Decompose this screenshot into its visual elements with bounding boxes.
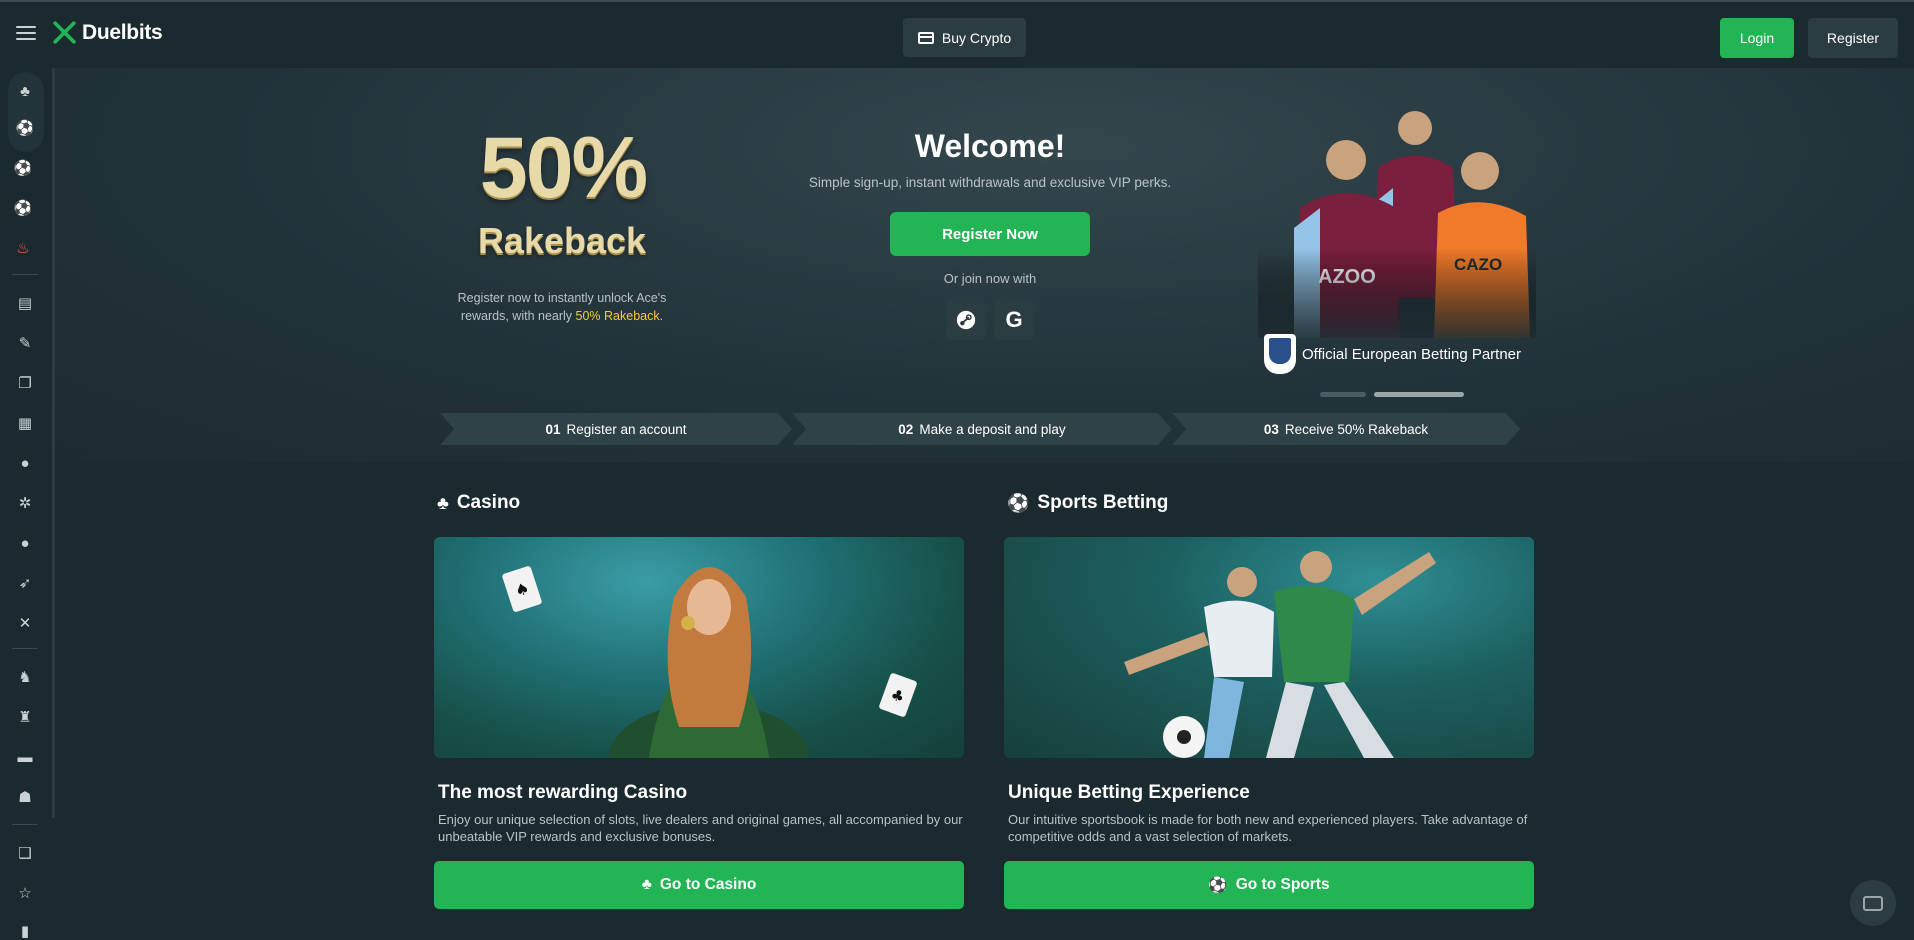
sports-title: Unique Betting Experience	[1008, 782, 1250, 803]
sports-description: Our intuitive sportsbook is made for bot…	[1008, 812, 1528, 844]
rakeback-title: Rakeback	[477, 220, 647, 261]
carousel-dot[interactable]	[1320, 392, 1366, 397]
sports-heading-label: Sports Betting	[1037, 492, 1169, 513]
soccer-ball-icon: ⚽	[1208, 876, 1228, 894]
casino-illustration: ♠ ♣	[502, 566, 917, 758]
step-item: 01 Register an account	[440, 413, 792, 445]
crash-icon[interactable]: ➶	[14, 572, 36, 594]
table-games-icon[interactable]: ▦	[14, 412, 36, 434]
logo[interactable]: Duelbits	[52, 20, 163, 45]
casino-banner-image[interactable]: ♠ ♣	[434, 537, 964, 758]
sports-banner-image[interactable]	[1004, 537, 1534, 758]
steam-icon	[956, 310, 976, 330]
go-to-casino-label: Go to Casino	[659, 876, 757, 893]
google-icon: G	[1005, 307, 1023, 332]
welcome-title: Welcome!	[914, 128, 1066, 164]
avfc-crest-icon	[1264, 334, 1296, 374]
duelbits-logo-icon	[53, 21, 76, 44]
partner-text: Official European Betting Partner	[1302, 345, 1522, 363]
google-login-button[interactable]: G	[994, 300, 1034, 340]
menu-icon[interactable]	[16, 26, 36, 46]
register-now-button[interactable]: Register Now	[890, 212, 1090, 256]
hot-icon[interactable]: ♨	[12, 237, 34, 259]
logo-text: Duelbits	[82, 20, 163, 44]
sidebar-divider	[12, 274, 38, 275]
login-button[interactable]: Login	[1720, 18, 1794, 58]
sports-heading[interactable]: ⚽ Sports Betting	[1007, 492, 1168, 514]
cherry-icon: ♣	[641, 876, 652, 893]
sidebar-divider	[12, 648, 38, 649]
roulette-icon[interactable]: ●	[14, 452, 36, 474]
step-label: Receive 50% Rakeback	[1284, 421, 1429, 437]
originals-icon[interactable]: ✎	[14, 332, 36, 354]
lottery-icon[interactable]: ▬	[14, 746, 36, 768]
carousel-dot-active[interactable]	[1374, 392, 1464, 397]
arcade-icon[interactable]: ▤	[14, 292, 36, 314]
wheel-icon[interactable]: ✲	[14, 492, 36, 514]
sidebar: ♣ ⚽ ⚽ ⚽ ♨ ▤ ✎ ❐ ▦ ● ✲ ● ➶ ✕ ♞ ♜ ▬ ☗ ❑ ☆ …	[0, 68, 52, 940]
join-with-label: Or join now with	[943, 271, 1037, 286]
rakeback-desc-end: .	[659, 309, 664, 323]
racing-icon[interactable]: ♞	[14, 666, 36, 688]
battles-icon[interactable]: ✕	[14, 612, 36, 634]
live-sports-icon[interactable]: ⚽	[12, 157, 34, 179]
step-label: Register an account	[566, 421, 687, 437]
step-number: 02	[898, 421, 914, 437]
casino-description: Enjoy our unique selection of slots, liv…	[438, 812, 963, 844]
buy-crypto-button[interactable]: Buy Crypto	[903, 18, 1026, 57]
steam-login-button[interactable]	[946, 300, 986, 340]
mines-icon[interactable]: ●	[14, 532, 36, 554]
soccer-ball-icon: ⚽	[1007, 492, 1030, 513]
horse-icon[interactable]: ♜	[14, 706, 36, 728]
step-number: 03	[1263, 421, 1279, 437]
slots-icon[interactable]: ❐	[14, 372, 36, 394]
step-item: 02 Make a deposit and play	[792, 413, 1172, 445]
steps-bar: 01 Register an account 02 Make a deposit a…	[440, 413, 1520, 445]
players-image: AZOO CAZO	[1258, 111, 1536, 338]
gift-icon[interactable]: ❑	[14, 842, 36, 864]
cherry-icon: ♣	[437, 492, 449, 513]
partner-badge: Official European Betting Partner	[1264, 334, 1521, 374]
football-icon[interactable]: ⚽	[12, 197, 34, 219]
welcome-subtitle: Simple sign-up, instant withdrawals and …	[808, 175, 1172, 190]
step-label: Make a deposit and play	[919, 421, 1066, 437]
step-item: 03 Receive 50% Rakeback	[1172, 413, 1520, 445]
casino-heading-label: Casino	[456, 492, 521, 513]
casino-icon[interactable]: ♣	[14, 80, 36, 102]
go-to-sports-label: Go to Sports	[1235, 876, 1330, 893]
rakeback-highlight: 50% Rakeback	[575, 309, 660, 323]
go-to-casino-button[interactable]: ♣ Go to Casino	[434, 861, 964, 909]
esports-icon[interactable]: ☗	[14, 786, 36, 808]
casino-title: The most rewarding Casino	[438, 782, 688, 803]
rakeback-percent: 50%	[479, 120, 648, 216]
buy-crypto-label: Buy Crypto	[941, 29, 1012, 46]
rakeback-description: Register now to instantly unlock Ace's r…	[440, 289, 684, 325]
star-icon[interactable]: ☆	[14, 882, 36, 904]
casino-heading[interactable]: ♣ Casino	[437, 492, 520, 514]
sports-icon[interactable]: ⚽	[14, 117, 36, 139]
sidebar-divider	[12, 824, 38, 825]
sports-illustration	[1124, 551, 1436, 758]
leaderboard-icon[interactable]: ▮	[14, 920, 36, 940]
go-to-sports-button[interactable]: ⚽ Go to Sports	[1004, 861, 1534, 909]
top-bar: Duelbits Buy Crypto Login Register	[0, 0, 1914, 68]
step-number: 01	[545, 421, 561, 437]
register-button[interactable]: Register	[1808, 18, 1898, 58]
chat-icon[interactable]	[1850, 880, 1896, 926]
credit-card-icon	[917, 31, 934, 44]
